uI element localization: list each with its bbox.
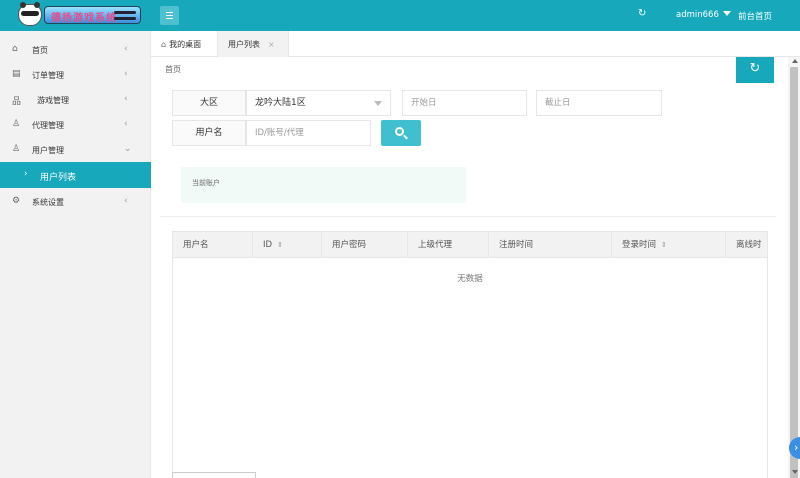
caret-down-icon bbox=[722, 11, 731, 16]
divider bbox=[160, 216, 776, 217]
column-label: 注册时间 bbox=[499, 240, 534, 250]
region-select-value: 龙吟大陆1区 bbox=[255, 98, 306, 108]
scroll-up-icon[interactable] bbox=[792, 59, 798, 63]
column-header-login-time[interactable]: 登录时间 ⇕ bbox=[612, 232, 726, 258]
chevron-left-icon: ‹ bbox=[124, 44, 128, 54]
chevron-left-icon: ‹ bbox=[124, 196, 128, 206]
close-icon[interactable]: × bbox=[268, 40, 275, 49]
chevron-left-icon: ‹ bbox=[124, 94, 128, 104]
search-button[interactable] bbox=[381, 120, 421, 146]
username: admin666 bbox=[676, 10, 719, 20]
tab-bar: ⌂ 我的桌面 用户列表 × bbox=[151, 31, 800, 57]
column-header-parent-agent[interactable]: 上级代理 bbox=[408, 232, 489, 258]
table-header: 用户名 ID ⇕ 用户密码 上级代理 注册时间 登录时间 ⇕ 离线时 bbox=[173, 232, 767, 258]
region-label: 大区 bbox=[172, 90, 246, 116]
order-icon: ▤ bbox=[12, 69, 21, 79]
current-account-panel: 当前账户 bbox=[181, 167, 466, 203]
gear-icon: ⚙ bbox=[12, 196, 21, 206]
sidebar-item-label: 首页 bbox=[32, 46, 48, 55]
column-label: ID bbox=[263, 240, 273, 250]
empty-state-text: 无数据 bbox=[457, 274, 483, 284]
column-label: 离线时 bbox=[736, 240, 762, 250]
region-select[interactable]: 龙吟大陆1区 bbox=[246, 90, 391, 116]
sidebar-item-label: 游戏管理 bbox=[37, 96, 69, 105]
agent-icon: ♙ bbox=[12, 119, 21, 129]
refresh-icon: ↻ bbox=[749, 61, 761, 76]
username-input[interactable]: ID/账号/代理 bbox=[246, 120, 371, 146]
tab-my-desktop[interactable]: ⌂ 我的桌面 bbox=[161, 31, 201, 57]
refresh-button[interactable]: ↻ bbox=[736, 57, 774, 83]
column-header-register-time[interactable]: 注册时间 bbox=[489, 232, 612, 258]
logo-badge: 德扬游戏系统 bbox=[44, 6, 141, 24]
user-icon: ♙ bbox=[12, 144, 21, 154]
sitemap-icon: 品 bbox=[12, 97, 22, 107]
home-icon: ⌂ bbox=[161, 40, 167, 49]
end-date-input[interactable]: 截止日 bbox=[536, 90, 662, 116]
start-date-input[interactable]: 开始日 bbox=[402, 90, 527, 116]
column-label: 用户名 bbox=[183, 240, 209, 250]
home-icon: ⌂ bbox=[12, 44, 18, 54]
chevron-left-icon: ‹ bbox=[124, 69, 128, 79]
chevron-left-icon: ‹ bbox=[124, 119, 128, 129]
column-label: 登录时间 bbox=[622, 240, 657, 250]
sidebar-item-user-list[interactable]: › 用户列表 bbox=[0, 162, 151, 188]
sidebar: ⌂ 首页 ‹ ▤ 订单管理 ‹ 品 游戏管理 ‹ ♙ 代理管理 ‹ ♙ 用户管理… bbox=[0, 31, 151, 478]
user-table: 用户名 ID ⇕ 用户密码 上级代理 注册时间 登录时间 ⇕ 离线时 无数据 bbox=[172, 231, 768, 478]
column-header-id[interactable]: ID ⇕ bbox=[253, 232, 322, 258]
pagination[interactable] bbox=[172, 472, 256, 478]
panda-mascot-icon bbox=[18, 2, 42, 26]
chevron-down-icon: ⌄ bbox=[124, 144, 132, 154]
breadcrumb[interactable]: 首页 bbox=[165, 64, 181, 75]
sidebar-item-label: 用户列表 bbox=[40, 173, 77, 183]
tab-user-list[interactable]: 用户列表 × bbox=[217, 31, 289, 57]
top-header: 德扬游戏系统 ↻ admin666 前台首页 bbox=[0, 0, 800, 31]
column-header-password[interactable]: 用户密码 bbox=[322, 232, 408, 258]
front-home-link[interactable]: 前台首页 bbox=[738, 10, 772, 22]
chevron-right-icon: › bbox=[24, 169, 28, 179]
username-label: 用户名 bbox=[172, 120, 246, 146]
sort-icon[interactable]: ⇕ bbox=[661, 232, 667, 258]
sidebar-item-label: 用户管理 bbox=[32, 146, 64, 155]
sidebar-item-label: 订单管理 bbox=[32, 71, 64, 80]
logo[interactable]: 德扬游戏系统 bbox=[0, 0, 150, 31]
caret-down-icon bbox=[374, 101, 382, 106]
menu-toggle-button[interactable] bbox=[160, 6, 179, 25]
sidebar-item-home[interactable]: ⌂ 首页 ‹ bbox=[0, 37, 151, 62]
tab-label: 我的桌面 bbox=[169, 40, 202, 49]
sidebar-item-label: 代理管理 bbox=[32, 121, 64, 130]
sort-icon[interactable]: ⇕ bbox=[277, 232, 283, 258]
sidebar-item-games[interactable]: 品 游戏管理 ‹ bbox=[0, 87, 151, 112]
sidebar-item-settings[interactable]: ⚙ 系统设置 ‹ bbox=[0, 189, 151, 214]
current-account-label: 当前账户 bbox=[192, 179, 220, 187]
scroll-down-icon[interactable] bbox=[792, 470, 798, 474]
sidebar-item-users[interactable]: ♙ 用户管理 ⌄ bbox=[0, 137, 151, 162]
scroll-thumb[interactable] bbox=[790, 67, 798, 478]
column-label: 用户密码 bbox=[332, 240, 367, 250]
tab-label: 用户列表 bbox=[228, 40, 260, 49]
header-refresh-icon[interactable]: ↻ bbox=[638, 8, 646, 19]
sidebar-item-orders[interactable]: ▤ 订单管理 ‹ bbox=[0, 62, 151, 87]
logo-text: 德扬游戏系统 bbox=[51, 13, 117, 24]
column-label: 上级代理 bbox=[418, 240, 453, 250]
sidebar-item-agents[interactable]: ♙ 代理管理 ‹ bbox=[0, 112, 151, 137]
sidebar-item-label: 系统设置 bbox=[32, 198, 64, 207]
user-dropdown[interactable]: admin666 bbox=[676, 10, 731, 20]
column-header-offline-time[interactable]: 离线时 bbox=[726, 232, 767, 258]
vertical-scrollbar[interactable] bbox=[788, 57, 800, 478]
column-header-username[interactable]: 用户名 bbox=[173, 232, 253, 258]
